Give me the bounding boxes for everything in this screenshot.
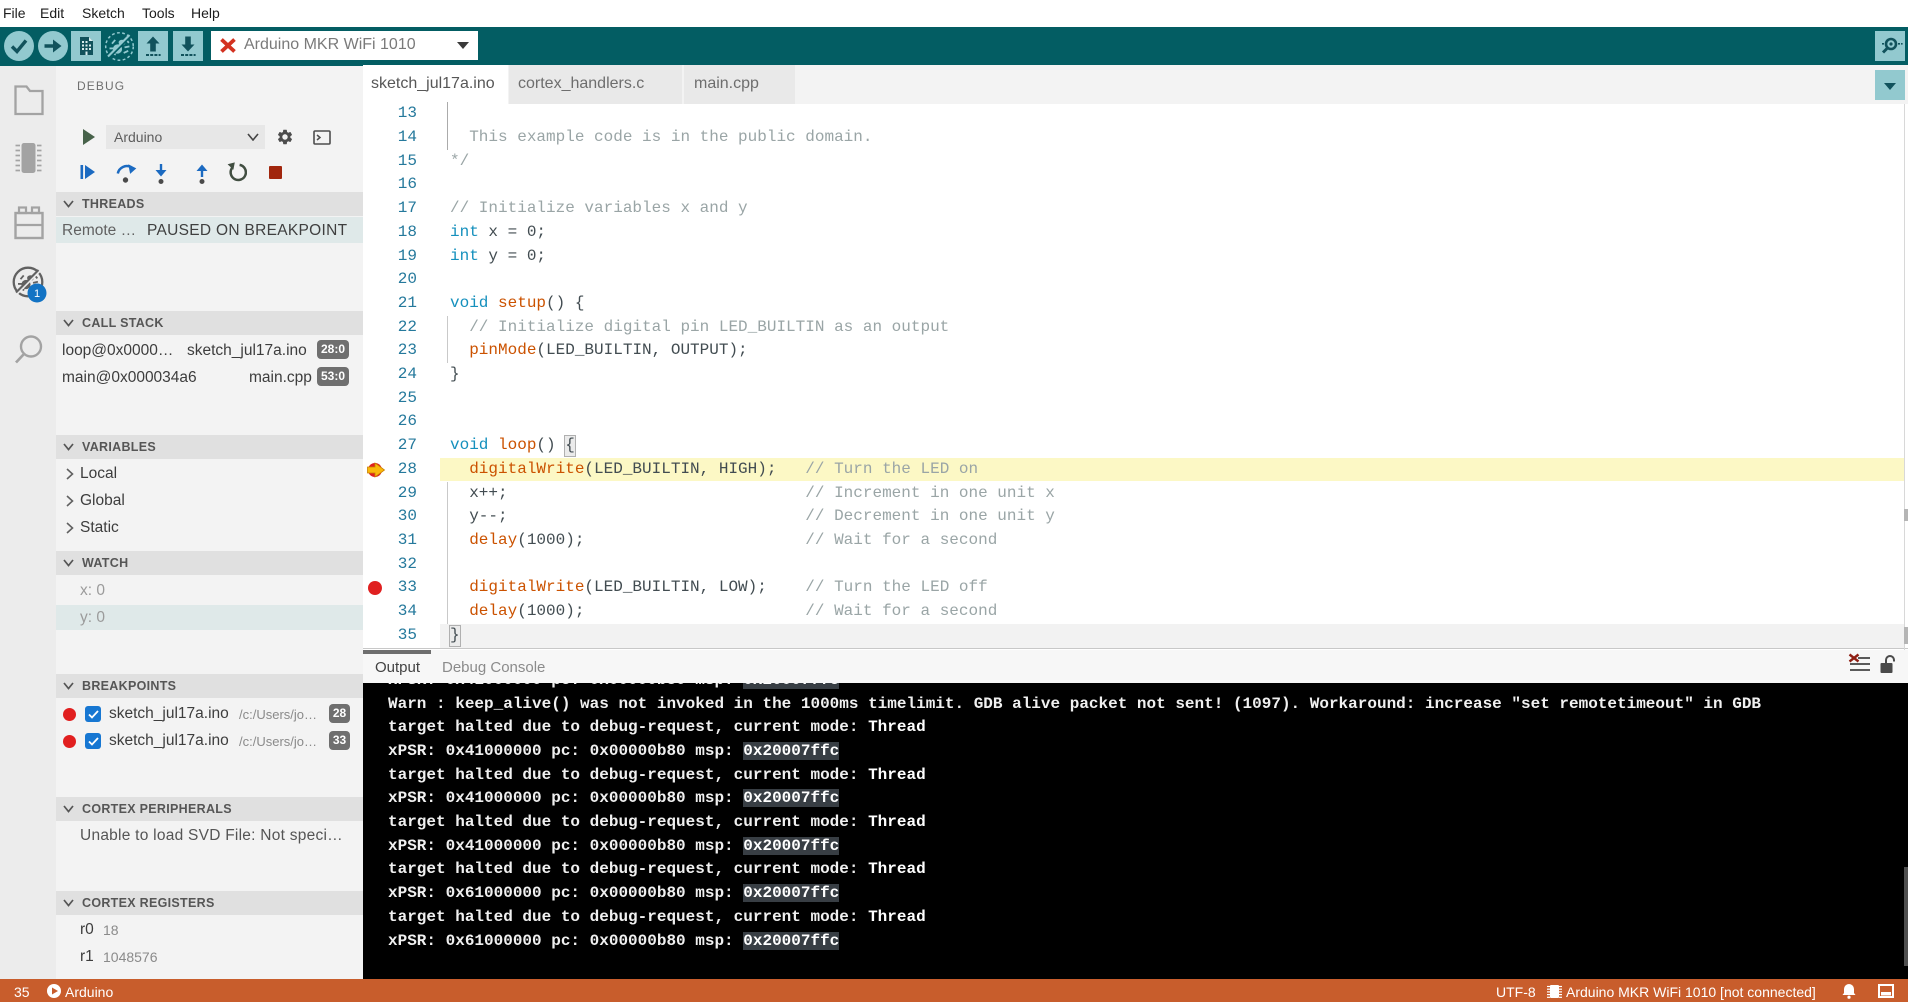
svg-text:1: 1 xyxy=(34,288,40,300)
